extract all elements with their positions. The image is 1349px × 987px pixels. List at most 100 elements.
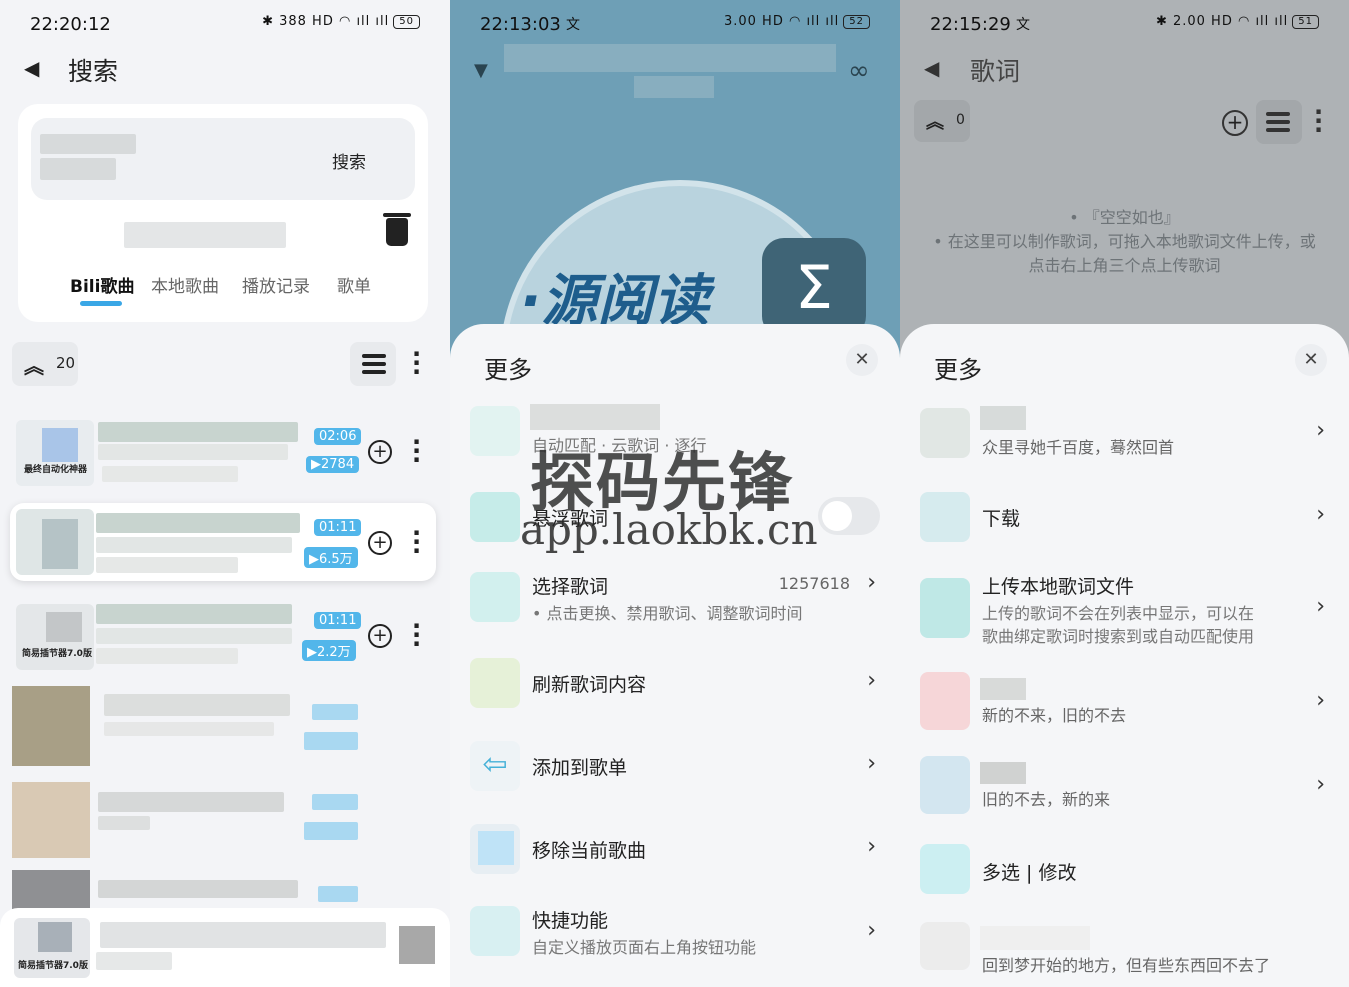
artist-blurred (634, 76, 714, 98)
song-title-blurred (504, 44, 836, 72)
empty-lyrics-hint: • 『空空如也』 • 在这里可以制作歌词，可拖入本地歌词文件上传，或 点击右上角… (933, 208, 1316, 275)
add-icon[interactable]: + (368, 440, 392, 464)
select-lyrics-row[interactable]: 选择歌词 1257618 › • 点击更换、禁用歌词、调整歌词时间 (470, 568, 880, 628)
song-row[interactable]: 最终自动化神器 02:06 ▶2784 + · · · (10, 414, 436, 492)
plays-badge: ▶6.5万 (304, 547, 358, 568)
double-chevron-up-icon: ︽ (24, 354, 44, 378)
lyrics-more-panel: 22:15:29 文 ✱ 2.00 HD ◠ ıll ıll 51 ◀ 歌词 ︽ … (900, 0, 1349, 987)
collapse-down-icon[interactable]: ▼ (474, 60, 488, 81)
song-thumbnail: 最终自动化神器 (16, 420, 94, 486)
status-time: 22:20:12 (30, 14, 111, 35)
menu-icon (362, 354, 386, 358)
chevron-right-icon: › (867, 918, 876, 943)
more-sheet: 更多 ✕ 众里寻她千百度，蓦然回首 › 下载 › 上传本地歌词文件 上传的歌词不… (900, 324, 1349, 987)
loop-icon[interactable]: ∞ (848, 56, 870, 86)
search-button[interactable]: 搜索 (332, 148, 366, 173)
trash-icon[interactable] (383, 213, 411, 246)
more-vert-icon[interactable]: · · · (1314, 100, 1323, 142)
more-vert-icon[interactable]: · · · (412, 614, 421, 656)
multi-select-row[interactable]: 多选 | 修改 (920, 842, 1329, 898)
row-subtitle: 新的不来，旧的不去 (982, 706, 1127, 725)
menu-button[interactable] (1256, 100, 1302, 144)
status-time: 22:15:29 (930, 14, 1011, 35)
remove-icon (470, 824, 520, 874)
sigma-icon: Σ (762, 238, 866, 338)
row-subtitle: • 点击更换、禁用歌词、调整歌词时间 (532, 604, 803, 623)
upload-lyrics-row[interactable]: 上传本地歌词文件 上传的歌词不会在列表中显示，可以在 歌曲绑定歌词时搜索到或自动… (920, 570, 1329, 648)
battery-icon: 51 (1292, 14, 1319, 29)
tab-bili-songs[interactable]: Bili歌曲 (70, 272, 134, 297)
menu-button[interactable] (350, 342, 396, 386)
back-arrow-icon[interactable]: ◀ (924, 56, 939, 80)
chevron-right-icon: › (1316, 772, 1325, 797)
option-icon (920, 756, 970, 814)
download-row[interactable]: 下载 › (920, 490, 1329, 542)
chevron-right-icon: › (867, 668, 876, 693)
refresh-lyrics-row[interactable]: 刷新歌词内容 › (470, 658, 880, 710)
row-title: 多选 | 修改 (982, 862, 1077, 884)
more-vert-icon[interactable]: · · · (412, 342, 421, 384)
translate-icon: 文 (566, 17, 580, 33)
row-subtitle: 自定义播放页面右上角按钮功能 (532, 938, 757, 957)
option-icon (920, 672, 970, 730)
shortcut-row[interactable]: 快捷功能 自定义播放页面右上角按钮功能 › (470, 906, 880, 968)
song-row-selected[interactable]: 01:11 ▶6.5万 + · · · (10, 503, 436, 581)
lyric-count: 0 (956, 112, 965, 128)
song-count: 20 (56, 354, 76, 372)
song-title-blurred (98, 422, 298, 442)
multi-select-icon (920, 844, 970, 894)
battery-icon: 52 (843, 14, 870, 29)
lyric-style-row[interactable]: 众里寻她千百度，蓦然回首 › (920, 404, 1329, 460)
song-row[interactable]: 简易插节器7.0版 01:11 ▶2.2万 + · · · (10, 598, 436, 676)
refresh-icon (470, 658, 520, 708)
add-to-playlist-row[interactable]: ⇦ 添加到歌单 › (470, 741, 880, 793)
lyric-option-row[interactable]: 新的不来，旧的不去 › (920, 672, 1329, 732)
song-title-blurred (96, 604, 292, 624)
search-input[interactable]: 搜索 (31, 118, 415, 200)
add-icon[interactable]: + (368, 531, 392, 555)
row-title: 添加到歌单 (532, 757, 628, 779)
mini-player[interactable]: 简易插节器7.0版 (0, 908, 450, 987)
status-icons: 3.00 HD ◠ ıll ıll 52 (724, 14, 870, 29)
close-icon[interactable]: ✕ (1295, 344, 1327, 376)
collapse-button[interactable]: ︽ 20 (12, 342, 78, 386)
add-playlist-icon: ⇦ (470, 741, 520, 791)
net-speed: 2.00 (1172, 14, 1206, 29)
tab-local-songs[interactable]: 本地歌曲 (151, 272, 219, 297)
row-subtitle: 回到梦开始的地方，但有些东西回不去了 (982, 956, 1271, 975)
duration-badge: 01:11 (314, 519, 362, 536)
collapse-button[interactable]: ︽ 0 (914, 100, 970, 142)
more-vert-icon[interactable]: · · · (412, 430, 421, 472)
chevron-right-icon: › (1316, 594, 1325, 619)
menu-icon (1266, 112, 1290, 116)
add-icon[interactable]: + (1222, 110, 1248, 136)
more-vert-icon[interactable]: · · · (412, 521, 421, 563)
select-lyric-icon (470, 572, 520, 622)
song-title-blurred (96, 513, 300, 533)
lyric-id: 1257618 (778, 574, 850, 593)
remove-song-row[interactable]: 移除当前歌曲 › (470, 824, 880, 876)
floating-lyrics-toggle[interactable] (818, 497, 880, 535)
history-chip-blurred[interactable] (124, 222, 286, 248)
search-query-blurred (40, 134, 136, 154)
search-panel: 22:20:12 ✱ 388 HD ◠ ıll ıll 50 ◀ 搜索 搜索 Bi… (0, 0, 450, 987)
floating-lyric-icon (470, 492, 520, 542)
mini-player-thumbnail: 简易插节器7.0版 (14, 918, 90, 978)
back-arrow-icon[interactable]: ◀ (24, 56, 39, 80)
sheet-title: 更多 (934, 356, 982, 384)
battery-icon: 50 (393, 14, 420, 29)
lyric-option-row[interactable]: 旧的不去，新的来 › (920, 756, 1329, 816)
lyric-name-blurred (530, 404, 660, 430)
translate-icon: 文 (1016, 17, 1030, 33)
lyric-option-row[interactable]: 回到梦开始的地方，但有些东西回不去了 (920, 922, 1329, 975)
add-icon[interactable]: + (368, 624, 392, 648)
tab-play-history[interactable]: 播放记录 (242, 272, 310, 297)
row-title: 上传本地歌词文件 (982, 576, 1135, 598)
tab-playlist[interactable]: 歌单 (337, 272, 371, 297)
row-subtitle: 上传的歌词不会在列表中显示，可以在 (982, 604, 1255, 623)
row-title: 快捷功能 (532, 910, 609, 932)
status-icons: ✱ 2.00 HD ◠ ıll ıll 51 (1156, 14, 1319, 29)
row-subtitle-2: 歌曲绑定歌词时搜索到或自动匹配使用 (982, 627, 1255, 646)
close-icon[interactable]: ✕ (846, 344, 878, 376)
duration-badge: 02:06 (314, 428, 362, 445)
